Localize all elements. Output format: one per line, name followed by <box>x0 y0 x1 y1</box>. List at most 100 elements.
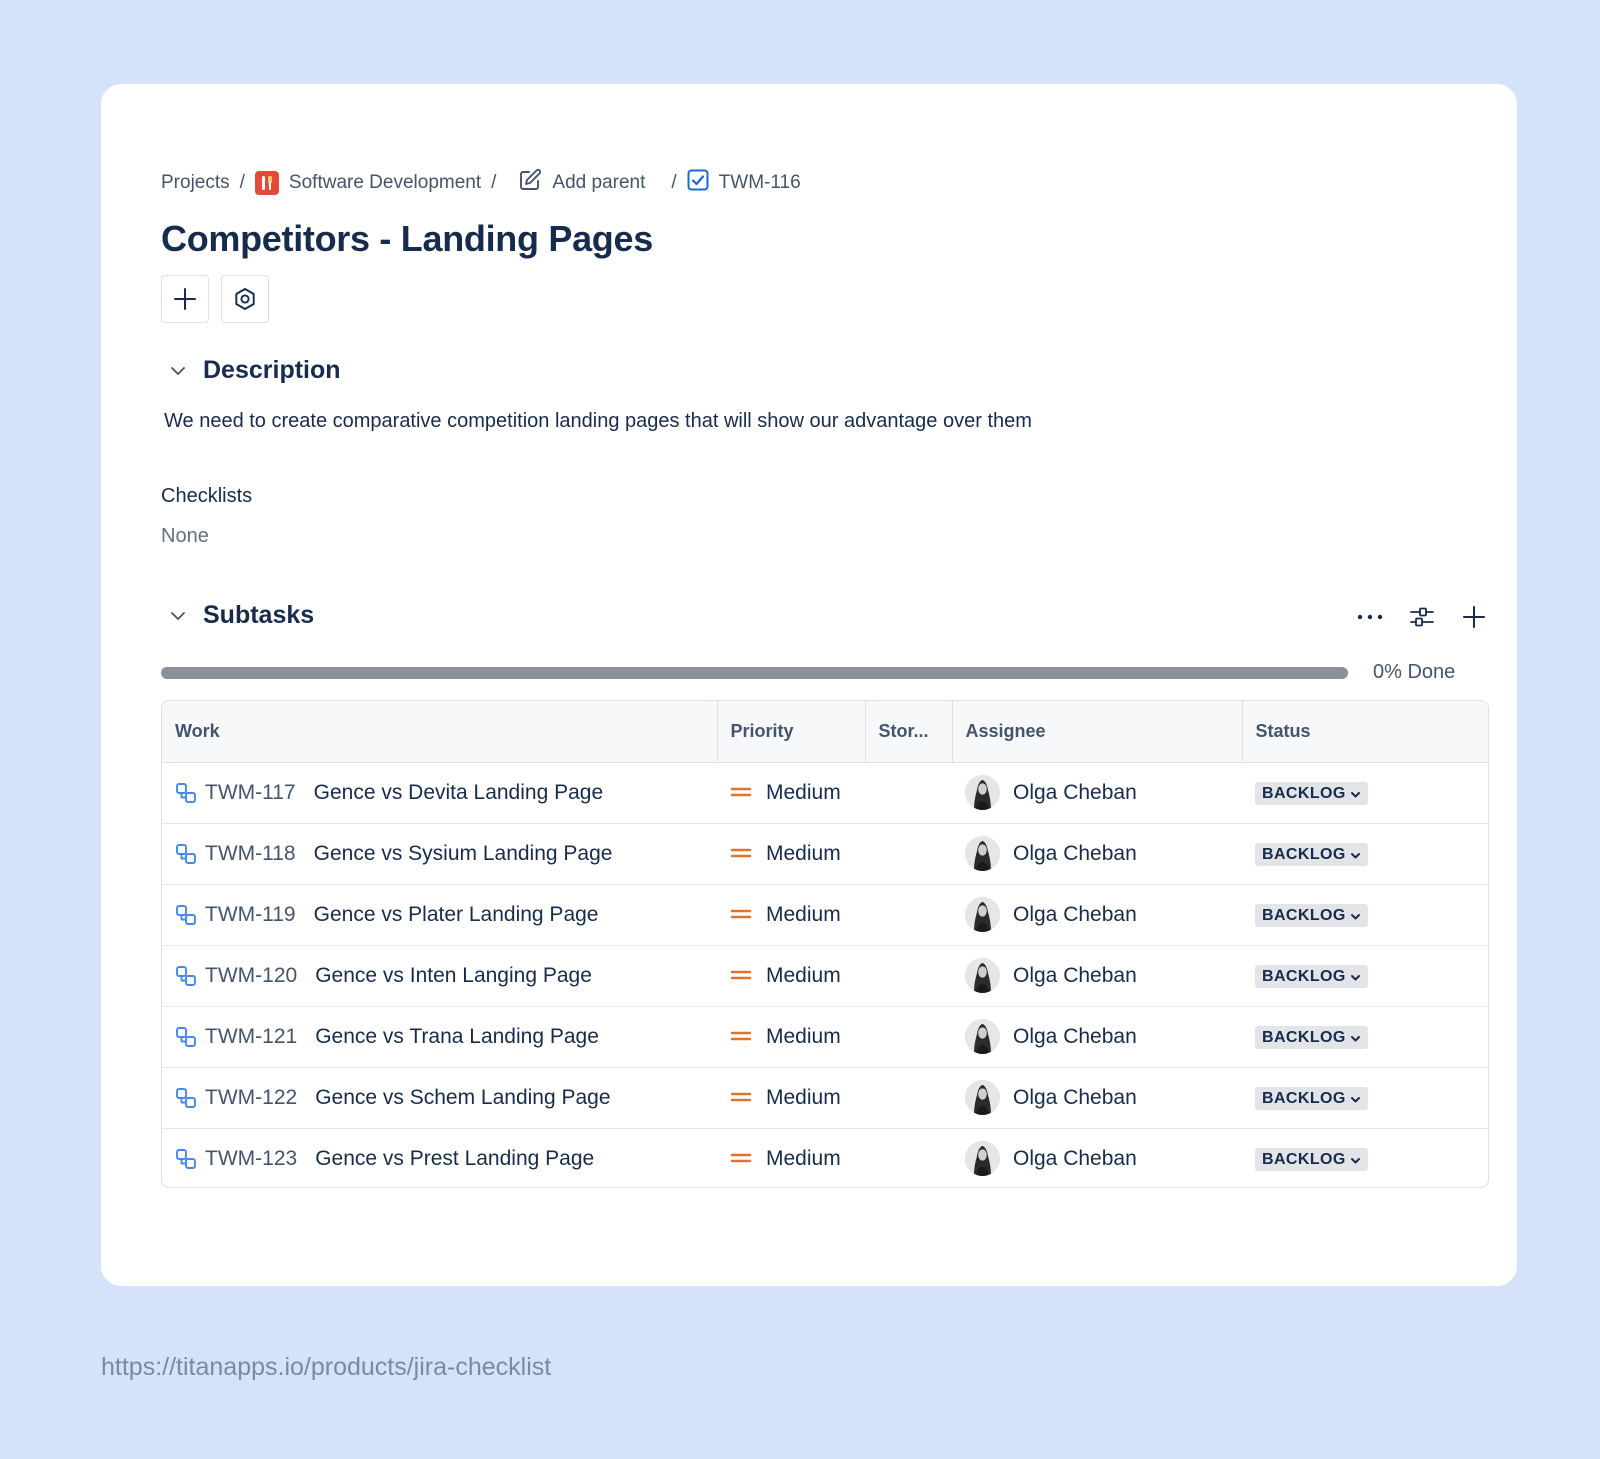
table-row[interactable]: TWM-122 Gence vs Schem Landing Page Medi… <box>162 1067 1488 1128</box>
subtask-icon <box>175 1148 197 1170</box>
breadcrumb-project[interactable]: Software Development <box>254 171 481 195</box>
status-label: BACKLOG <box>1262 1090 1346 1107</box>
table-row[interactable]: TWM-121 Gence vs Trana Landing Page Medi… <box>162 1006 1488 1067</box>
breadcrumb-project-label[interactable]: Software Development <box>289 172 481 194</box>
subtask-summary[interactable]: Gence vs Inten Langing Page <box>315 964 592 988</box>
table-row[interactable]: TWM-117 Gence vs Devita Landing Page Med… <box>162 762 1488 823</box>
story-points-cell[interactable] <box>865 945 952 1006</box>
chevron-down-icon <box>1350 852 1360 858</box>
assignee-name[interactable]: Olga Cheban <box>1013 1025 1137 1049</box>
priority-label[interactable]: Medium <box>766 842 841 866</box>
avatar <box>965 897 1000 932</box>
status-dropdown[interactable]: BACKLOG <box>1255 782 1368 805</box>
priority-label[interactable]: Medium <box>766 964 841 988</box>
title-actions <box>161 275 269 323</box>
status-dropdown[interactable]: BACKLOG <box>1255 1026 1368 1049</box>
assignee-name[interactable]: Olga Cheban <box>1013 1086 1137 1110</box>
avatar <box>965 836 1000 871</box>
priority-label[interactable]: Medium <box>766 781 841 805</box>
assignee-name[interactable]: Olga Cheban <box>1013 842 1137 866</box>
configure-columns-button[interactable] <box>1407 602 1437 632</box>
apps-button[interactable] <box>221 275 269 323</box>
subtask-key[interactable]: TWM-121 <box>205 1025 297 1049</box>
issue-card: Projects / Software Development / Add pa… <box>101 84 1517 1286</box>
story-points-cell[interactable] <box>865 823 952 884</box>
assignee-name[interactable]: Olga Cheban <box>1013 964 1137 988</box>
subtasks-section-header: Subtasks <box>167 601 314 630</box>
column-header-status[interactable]: Status <box>1242 701 1488 763</box>
breadcrumb-projects-label[interactable]: Projects <box>161 172 230 194</box>
subtask-key[interactable]: TWM-120 <box>205 964 297 988</box>
subtask-toolbar <box>1355 602 1489 632</box>
subtask-key[interactable]: TWM-119 <box>205 903 296 927</box>
priority-medium-icon <box>730 1147 752 1171</box>
story-points-cell[interactable] <box>865 762 952 823</box>
description-heading: Description <box>203 356 341 384</box>
subtask-summary[interactable]: Gence vs Devita Landing Page <box>314 781 604 805</box>
status-dropdown[interactable]: BACKLOG <box>1255 904 1368 927</box>
priority-label[interactable]: Medium <box>766 1086 841 1110</box>
priority-medium-icon <box>730 842 752 866</box>
subtask-key[interactable]: TWM-117 <box>205 781 296 805</box>
status-label: BACKLOG <box>1262 907 1346 924</box>
subtask-summary[interactable]: Gence vs Trana Landing Page <box>315 1025 599 1049</box>
story-points-cell[interactable] <box>865 884 952 945</box>
column-header-story-points[interactable]: Stor... <box>865 701 953 763</box>
more-actions-button[interactable] <box>1355 602 1385 632</box>
column-header-assignee[interactable]: Assignee <box>952 701 1243 763</box>
assignee-name[interactable]: Olga Cheban <box>1013 903 1137 927</box>
table-row[interactable]: TWM-119 Gence vs Plater Landing Page Med… <box>162 884 1488 945</box>
chevron-down-icon <box>1350 1157 1360 1164</box>
add-parent-button[interactable]: Add parent <box>518 168 645 198</box>
task-checkbox-icon <box>687 169 709 197</box>
subtask-summary[interactable]: Gence vs Sysium Landing Page <box>314 842 613 866</box>
column-header-work[interactable]: Work <box>162 701 718 763</box>
priority-label[interactable]: Medium <box>766 1025 841 1049</box>
description-text[interactable]: We need to create comparative competitio… <box>164 410 1032 433</box>
add-button[interactable] <box>161 275 209 323</box>
subtask-icon <box>175 1026 197 1048</box>
subtask-summary[interactable]: Gence vs Schem Landing Page <box>315 1086 610 1110</box>
story-points-cell[interactable] <box>865 1067 952 1128</box>
status-dropdown[interactable]: BACKLOG <box>1255 1087 1368 1110</box>
issue-title[interactable]: Competitors - Landing Pages <box>161 218 653 260</box>
table-row[interactable]: TWM-123 Gence vs Prest Landing Page Medi… <box>162 1128 1488 1187</box>
project-tools-icon <box>254 171 279 195</box>
checklists-value[interactable]: None <box>161 525 209 548</box>
priority-label[interactable]: Medium <box>766 1147 841 1171</box>
table-row[interactable]: TWM-118 Gence vs Sysium Landing Page Med… <box>162 823 1488 884</box>
assignee-name[interactable]: Olga Cheban <box>1013 1147 1137 1171</box>
description-section-header: Description <box>167 356 341 385</box>
subtasks-heading: Subtasks <box>203 601 315 629</box>
add-subtask-button[interactable] <box>1459 602 1489 632</box>
assignee-name[interactable]: Olga Cheban <box>1013 781 1137 805</box>
avatar <box>965 1019 1000 1054</box>
breadcrumb-projects[interactable]: Projects <box>161 172 230 194</box>
hexagon-settings-icon <box>235 288 255 310</box>
avatar <box>965 1141 1000 1177</box>
subtask-summary[interactable]: Gence vs Plater Landing Page <box>314 903 599 927</box>
subtask-key[interactable]: TWM-122 <box>205 1086 297 1110</box>
chevron-down-icon[interactable] <box>167 360 189 382</box>
status-dropdown[interactable]: BACKLOG <box>1255 1148 1368 1172</box>
status-label: BACKLOG <box>1262 785 1346 802</box>
status-dropdown[interactable]: BACKLOG <box>1255 843 1368 866</box>
story-points-cell[interactable] <box>865 1128 952 1187</box>
column-header-priority[interactable]: Priority <box>717 701 866 763</box>
status-label: BACKLOG <box>1262 846 1346 863</box>
subtask-icon <box>175 843 197 865</box>
subtask-key[interactable]: TWM-123 <box>205 1147 297 1171</box>
priority-medium-icon <box>730 964 752 988</box>
issue-key-label[interactable]: TWM-116 <box>719 172 801 194</box>
table-row[interactable]: TWM-120 Gence vs Inten Langing Page Medi… <box>162 945 1488 1006</box>
add-parent-label[interactable]: Add parent <box>552 172 645 194</box>
subtask-summary[interactable]: Gence vs Prest Landing Page <box>315 1147 594 1171</box>
status-dropdown[interactable]: BACKLOG <box>1255 965 1368 988</box>
subtask-key[interactable]: TWM-118 <box>205 842 296 866</box>
story-points-cell[interactable] <box>865 1006 952 1067</box>
priority-label[interactable]: Medium <box>766 903 841 927</box>
subtasks-progress-bar <box>161 667 1348 679</box>
breadcrumb-issue-key[interactable]: TWM-116 <box>687 169 801 197</box>
priority-medium-icon <box>730 903 752 927</box>
chevron-down-icon[interactable] <box>167 605 189 627</box>
